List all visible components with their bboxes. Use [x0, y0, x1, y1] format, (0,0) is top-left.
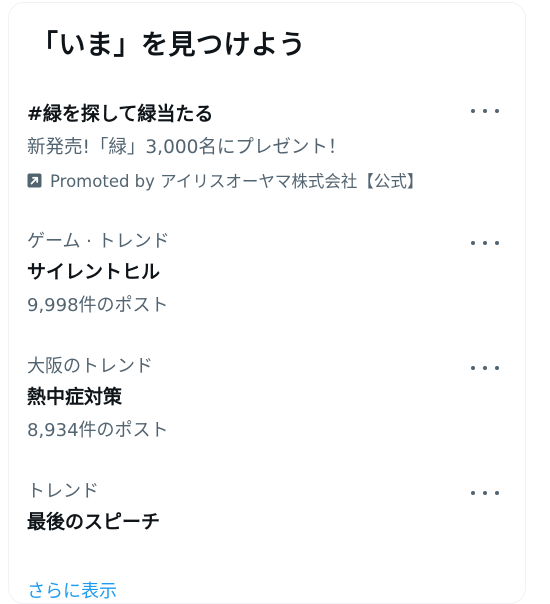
trend-title: 熱中症対策: [27, 386, 123, 408]
promoted-by-text: Promoted by アイリスオーヤマ株式会社【公式】: [50, 172, 424, 191]
trend-item[interactable]: 大阪のトレンド 熱中症対策 8,934件のポスト: [9, 348, 525, 448]
trend-post-count: 9,998件のポスト: [27, 295, 169, 316]
promoted-trend-title: #緑を探して緑当たる: [27, 103, 214, 125]
trend-item[interactable]: トレンド 最後のスピーチ: [9, 473, 525, 543]
trend-post-count: 8,934件のポスト: [27, 420, 169, 441]
more-horizontal-icon[interactable]: [471, 233, 499, 253]
trend-title: サイレントヒル: [27, 261, 161, 283]
promoted-by-label: Promoted by アイリスオーヤマ株式会社【公式】: [27, 168, 423, 192]
more-horizontal-icon[interactable]: [471, 358, 499, 378]
promoted-trend-description: 新発売!「緑」3,000名にプレゼント！: [27, 137, 347, 158]
trend-title: 最後のスピーチ: [27, 511, 161, 533]
trend-context: 大阪のトレンド: [27, 356, 153, 377]
panel-title: 「いま」を見つけよう: [31, 30, 306, 61]
promoted-arrow-icon: [27, 173, 42, 187]
more-horizontal-icon[interactable]: [471, 483, 499, 503]
promoted-trend-item[interactable]: #緑を探して緑当たる 新発売!「緑」3,000名にプレゼント！ Promoted…: [9, 91, 525, 199]
whats-happening-panel: 「いま」を見つけよう #緑を探して緑当たる 新発売!「緑」3,000名にプレゼン…: [8, 2, 526, 604]
trend-context: トレンド: [27, 481, 99, 502]
show-more-link[interactable]: さらに表示: [27, 577, 117, 603]
trend-context: ゲーム · トレンド: [27, 231, 170, 252]
more-horizontal-icon[interactable]: [471, 101, 499, 121]
trend-item[interactable]: ゲーム · トレンド サイレントヒル 9,998件のポスト: [9, 223, 525, 323]
